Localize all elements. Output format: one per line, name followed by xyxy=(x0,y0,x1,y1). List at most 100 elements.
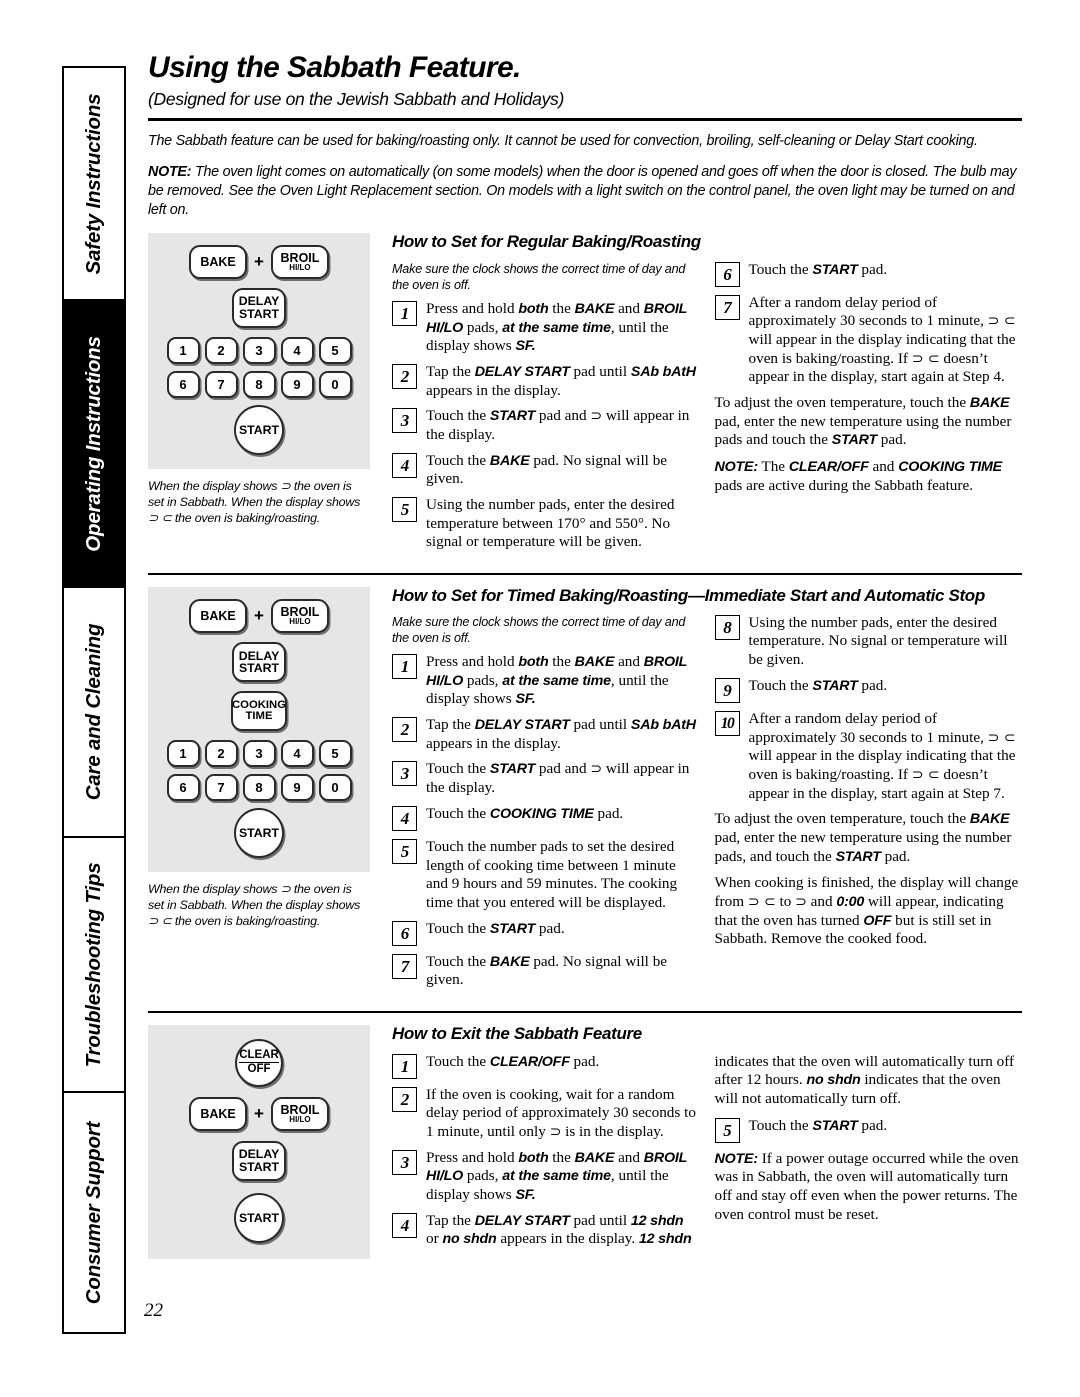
number-pad-0[interactable]: 0 xyxy=(318,370,352,398)
number-pad-2[interactable]: 2 xyxy=(204,336,238,364)
step-number: 2 xyxy=(392,1086,417,1112)
body-paragraph: When cooking is finished, the display wi… xyxy=(714,874,1019,948)
bake-pad[interactable]: BAKE xyxy=(189,244,248,279)
cooking-time-pad[interactable]: COOKING TIME xyxy=(231,691,287,732)
body-paragraph: indicates that the oven will automatical… xyxy=(714,1052,1015,1108)
number-pad-3[interactable]: 3 xyxy=(242,336,276,364)
broil-hilo-pad[interactable]: BROIL HI/LO xyxy=(270,599,329,634)
step-text: Touch the START pad and ⊃ will appear in… xyxy=(426,760,690,797)
number-pad-8[interactable]: 8 xyxy=(242,370,276,398)
sidebar-tab-safety-instructions[interactable]: Safety Instructions xyxy=(64,68,124,301)
number-pad-3[interactable]: 3 xyxy=(242,740,276,768)
sidebar-tab-label: Consumer Support xyxy=(82,1121,105,1304)
broil-hilo-pad[interactable]: BROIL HI/LO xyxy=(270,1096,329,1131)
step-number: 4 xyxy=(392,452,417,478)
instruction-step: 4 Touch the COOKING TIME pad. xyxy=(392,805,700,831)
note-label: NOTE: xyxy=(148,164,192,181)
section-2-col-right: 8 Using the number pads, enter the desire… xyxy=(714,614,1023,997)
step-number: 1 xyxy=(392,654,417,680)
number-pad-0[interactable]: 0 xyxy=(318,774,352,802)
number-pad-1[interactable]: 1 xyxy=(166,336,200,364)
section-1-text: How to Set for Regular Baking/Roasting M… xyxy=(376,232,1023,559)
step-number: 2 xyxy=(392,717,417,743)
start-pad[interactable]: START xyxy=(234,404,284,455)
instruction-step: 4 Tap the DELAY START pad until 12 shdn o… xyxy=(392,1212,700,1249)
instruction-step: 1 Press and hold both the BAKE and BROIL … xyxy=(392,300,700,356)
number-pad-1[interactable]: 1 xyxy=(166,740,200,768)
section-3-text: How to Exit the Sabbath Feature 1 Touch t… xyxy=(376,1024,1023,1256)
number-pad-9[interactable]: 9 xyxy=(280,774,314,802)
delay-start-pad[interactable]: DELAY START xyxy=(232,1140,286,1181)
control-panel-diagram-2: BAKE + BROIL HI/LO DELAY START COOKING T… xyxy=(148,587,376,929)
clear-off-pad[interactable]: CLEAR OFF xyxy=(235,1038,283,1087)
number-pad-6[interactable]: 6 xyxy=(166,370,200,398)
step-text: Touch the START pad and ⊃ will appear in… xyxy=(426,407,690,443)
number-pad-5[interactable]: 5 xyxy=(318,740,352,768)
broil-pad-sublabel: HI/LO xyxy=(289,263,311,273)
delay-pad-label-2: START xyxy=(238,1159,280,1174)
instruction-step: 5 Touch the number pads to set the desire… xyxy=(392,838,700,913)
section-1-lead: Make sure the clock shows the correct ti… xyxy=(392,261,686,292)
step-text: Touch the COOKING TIME pad. xyxy=(426,804,624,822)
step-number: 5 xyxy=(392,497,417,523)
instruction-step: 5 Touch the START pad. xyxy=(714,1117,1023,1143)
title-divider xyxy=(148,117,1022,121)
step-number: 6 xyxy=(714,261,740,287)
number-pad-8[interactable]: 8 xyxy=(242,774,276,802)
instruction-step: 3 Press and hold both the BAKE and BROIL … xyxy=(392,1149,700,1205)
instruction-step: 3 Touch the START pad and ⊃ will appear i… xyxy=(392,760,700,797)
step-number: 9 xyxy=(714,677,740,703)
broil-pad-sublabel: HI/LO xyxy=(289,617,311,627)
number-pad-row-1: 1 2 3 4 5 xyxy=(158,336,360,364)
instruction-step: 1 Press and hold both the BAKE and BROIL … xyxy=(392,653,700,709)
control-panel-diagram-1: BAKE + BROIL HI/LO DELAY START 1 2 3 4 5… xyxy=(148,232,376,526)
step-text: Press and hold both the BAKE and BROIL H… xyxy=(426,1148,687,1204)
step-text: Tap the DELAY START pad until 12 shdn or… xyxy=(426,1211,692,1248)
broil-hilo-pad[interactable]: BROIL HI/LO xyxy=(270,244,329,279)
page-subtitle: (Designed for use on the Jewish Sabbath … xyxy=(148,89,565,110)
sidebar-tab-consumer-support[interactable]: Consumer Support xyxy=(64,1093,124,1332)
number-pad-6[interactable]: 6 xyxy=(166,774,200,802)
number-pad-4[interactable]: 4 xyxy=(280,740,314,768)
step-text: Touch the BAKE pad. No signal will be gi… xyxy=(426,451,668,488)
step-number: 10 xyxy=(714,710,740,736)
sidebar-tab-troubleshooting-tips[interactable]: Troubleshooting Tips xyxy=(64,838,124,1093)
body-paragraph: To adjust the oven temperature, touch th… xyxy=(714,394,1012,449)
step-number: 4 xyxy=(392,1212,417,1238)
start-pad[interactable]: START xyxy=(234,808,284,859)
step-number: 2 xyxy=(392,363,417,389)
diagram-caption: When the display shows ⊃ the oven is set… xyxy=(148,478,361,526)
number-pad-4[interactable]: 4 xyxy=(280,336,314,364)
delay-start-pad[interactable]: DELAY START xyxy=(232,287,286,328)
section-regular-baking: BAKE + BROIL HI/LO DELAY START 1 2 3 4 5… xyxy=(148,232,1023,559)
start-pad[interactable]: START xyxy=(234,1192,284,1243)
instruction-step: 7 After a random delay period of approxim… xyxy=(714,293,1023,387)
instruction-step: 9 Touch the START pad. xyxy=(714,677,1023,703)
sidebar-tab-operating-instructions[interactable]: Operating Instructions xyxy=(64,301,124,588)
step-text: Using the number pads, enter the desired… xyxy=(426,496,675,551)
section-2-text: How to Set for Timed Baking/Roasting—Imm… xyxy=(376,586,1023,997)
body-paragraph: NOTE: If a power outage occurred while t… xyxy=(714,1149,1019,1223)
note-text: The oven light comes on automatically (o… xyxy=(148,164,1017,219)
bake-pad[interactable]: BAKE xyxy=(189,599,248,634)
sidebar-tab-label: Safety Instructions xyxy=(82,93,105,274)
instruction-step: 5 Using the number pads, enter the desire… xyxy=(392,496,700,552)
step-number: 1 xyxy=(392,1053,417,1079)
control-panel: BAKE + BROIL HI/LO DELAY START 1 2 3 4 5… xyxy=(148,232,370,469)
bake-pad[interactable]: BAKE xyxy=(189,1096,248,1131)
bake-pad-label: BAKE xyxy=(200,1106,236,1121)
body-paragraph: NOTE: The CLEAR/OFF and COOKING TIME pad… xyxy=(714,458,1003,494)
number-pad-2[interactable]: 2 xyxy=(204,740,238,768)
diagram-caption: When the display shows ⊃ the oven is set… xyxy=(148,882,361,929)
number-pad-9[interactable]: 9 xyxy=(280,370,314,398)
delay-start-pad[interactable]: DELAY START xyxy=(232,642,286,683)
step-text: After a random delay period of approxima… xyxy=(748,293,1016,386)
sidebar-tab-label: Care and Cleaning xyxy=(82,623,105,801)
number-pad-5[interactable]: 5 xyxy=(318,336,352,364)
number-pad-7[interactable]: 7 xyxy=(204,370,238,398)
sidebar-tab-care-and-cleaning[interactable]: Care and Cleaning xyxy=(64,588,124,838)
step-number: 3 xyxy=(392,761,417,787)
section-3-paras-right: NOTE: If a power outage occurred while t… xyxy=(715,1150,1023,1225)
step-text: Press and hold both the BAKE and BROIL H… xyxy=(426,299,687,355)
number-pad-7[interactable]: 7 xyxy=(204,774,238,802)
